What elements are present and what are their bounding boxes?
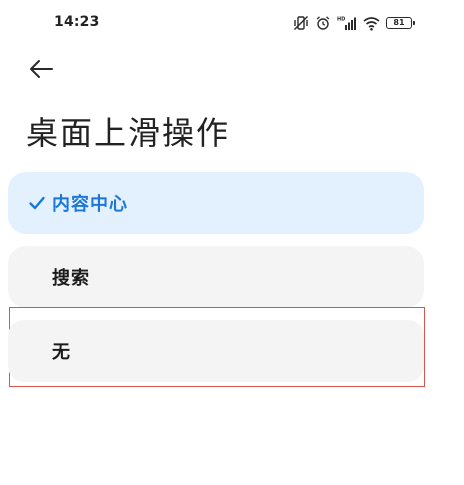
back-button[interactable] bbox=[26, 56, 56, 82]
svg-text:HD: HD bbox=[337, 17, 345, 23]
option-content-center[interactable]: 内容中心 bbox=[8, 172, 424, 234]
screen: 14:23 HD 81 桌面上滑操作 内容中心 搜索 无 bbox=[0, 0, 464, 485]
status-time: 14:23 bbox=[54, 14, 100, 30]
option-search[interactable]: 搜索 bbox=[8, 246, 424, 308]
option-label: 内容中心 bbox=[52, 194, 128, 215]
status-icons: HD 81 bbox=[293, 14, 415, 32]
page-title: 桌面上滑操作 bbox=[26, 114, 231, 152]
wifi-icon bbox=[363, 16, 380, 31]
battery-icon: 81 bbox=[386, 17, 415, 29]
battery-level: 81 bbox=[393, 18, 405, 27]
alarm-icon bbox=[315, 15, 331, 31]
checkmark-icon bbox=[29, 196, 45, 210]
option-label: 无 bbox=[52, 342, 71, 363]
arrow-left-icon bbox=[30, 60, 53, 78]
vibrate-off-icon bbox=[293, 15, 309, 31]
option-none[interactable]: 无 bbox=[8, 320, 424, 382]
hd-signal-icon: HD bbox=[337, 15, 357, 31]
option-label: 搜索 bbox=[52, 268, 90, 289]
status-bar: 14:23 HD 81 bbox=[0, 0, 464, 48]
